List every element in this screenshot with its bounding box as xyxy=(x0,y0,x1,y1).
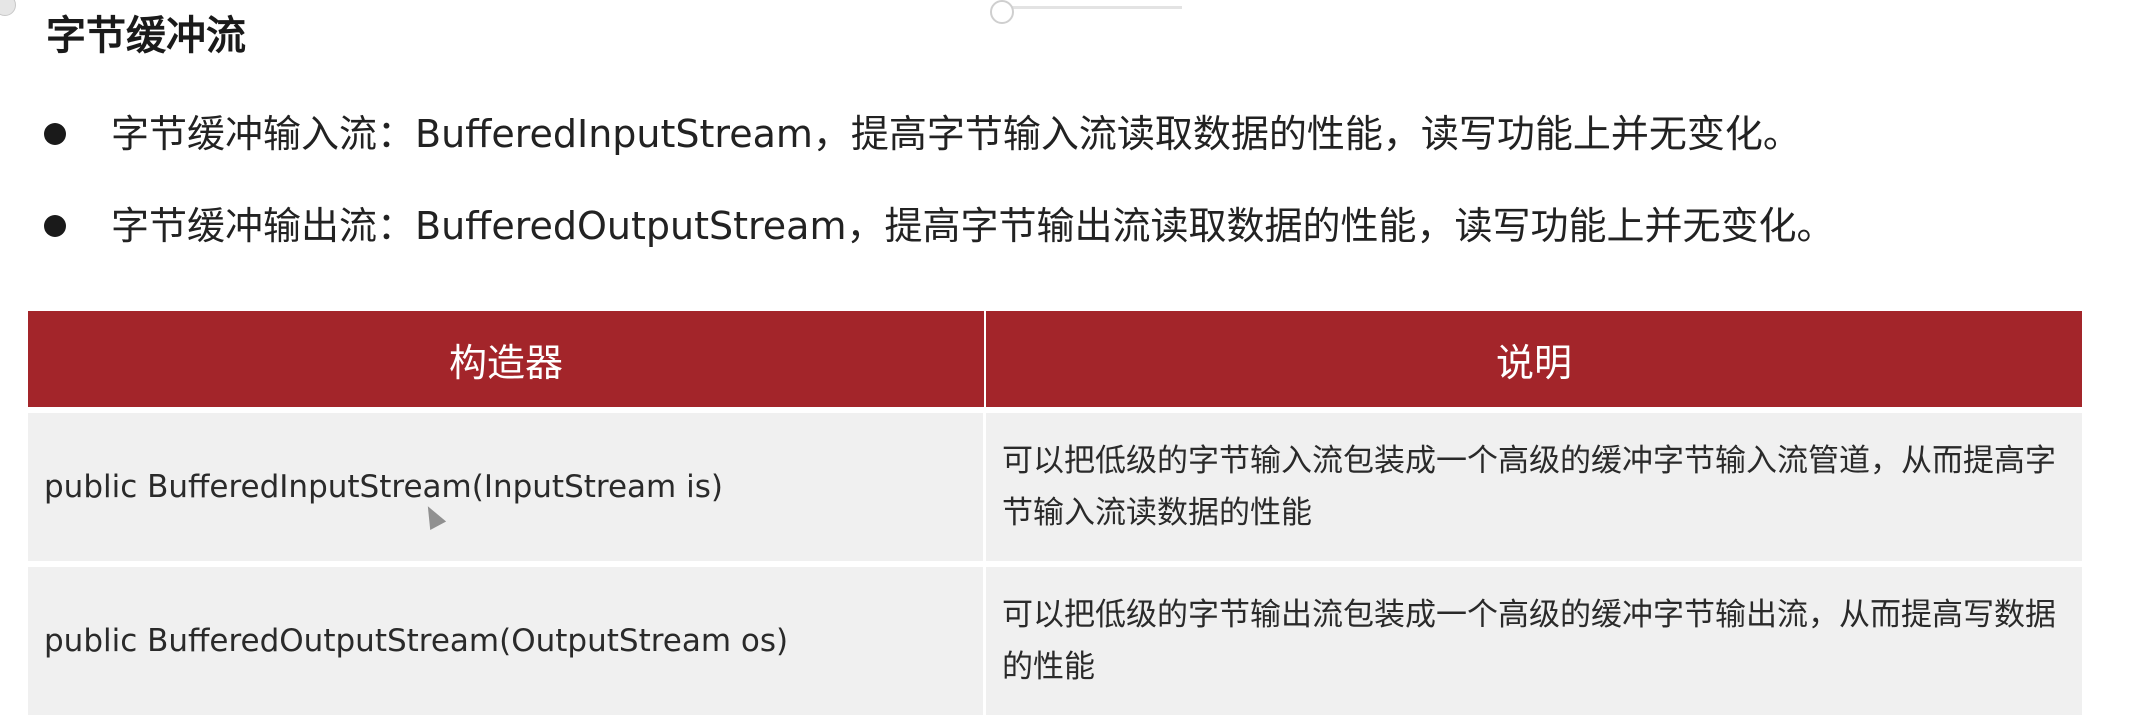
header-description: 说明 xyxy=(986,311,2082,407)
progress-slider-thumb[interactable] xyxy=(990,0,1014,24)
bullet-dot-icon xyxy=(44,215,66,237)
progress-slider-track[interactable] xyxy=(1000,6,1182,9)
bullet-item: 字节缓冲输入流：BufferedInputStream，提高字节输入流读取数据的… xyxy=(44,104,1835,164)
table-row: public BufferedInputStream(InputStream i… xyxy=(28,407,2082,561)
header-constructor: 构造器 xyxy=(28,311,986,407)
bullet-list: 字节缓冲输入流：BufferedInputStream，提高字节输入流读取数据的… xyxy=(44,104,1835,288)
constructor-cell: public BufferedInputStream(InputStream i… xyxy=(28,407,986,561)
description-cell: 可以把低级的字节输入流包装成一个高级的缓冲字节输入流管道，从而提高字节输入流读数… xyxy=(986,407,2082,561)
bullet-item: 字节缓冲输出流：BufferedOutputStream，提高字节输出流读取数据… xyxy=(44,196,1835,256)
close-icon[interactable] xyxy=(0,0,16,16)
bullet-dot-icon xyxy=(44,123,66,145)
table-header-row: 构造器 说明 xyxy=(28,311,2082,407)
table-row: public BufferedOutputStream(OutputStream… xyxy=(28,561,2082,715)
page-title: 字节缓冲流 xyxy=(46,13,246,59)
description-cell: 可以把低级的字节输出流包装成一个高级的缓冲字节输出流，从而提高写数据的性能 xyxy=(986,561,2082,715)
constructor-table: 构造器 说明 public BufferedInputStream(InputS… xyxy=(28,311,2082,715)
constructor-cell: public BufferedOutputStream(OutputStream… xyxy=(28,561,986,715)
bullet-text: 字节缓冲输入流：BufferedInputStream，提高字节输入流读取数据的… xyxy=(111,112,1801,156)
bullet-text: 字节缓冲输出流：BufferedOutputStream，提高字节输出流读取数据… xyxy=(111,204,1835,248)
